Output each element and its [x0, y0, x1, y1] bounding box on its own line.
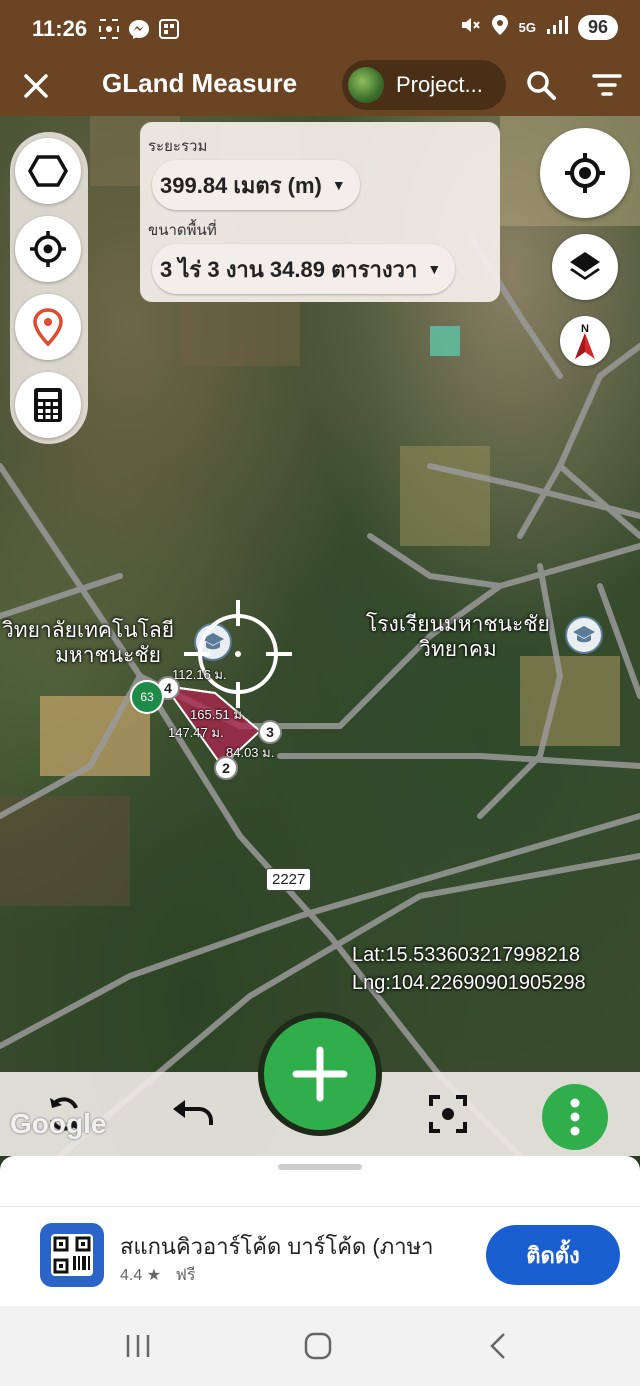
messenger-icon [128, 18, 150, 45]
recent-apps-icon[interactable] [118, 1330, 158, 1362]
gallery-icon [158, 18, 180, 45]
place-label-school: โรงเรียนมหาชนะชัย วิทยาคม [366, 613, 550, 662]
measurement-panel: ระยะรวม 399.84 เมตร (m) ▼ ขนาดพื้นที่ 3 … [140, 122, 500, 302]
my-location-button[interactable] [540, 128, 630, 218]
install-button[interactable]: ติดตั้ง [486, 1225, 620, 1285]
polygon-icon [28, 155, 68, 187]
layers-icon [570, 252, 600, 280]
longitude-readout: Lng:104.22690901905298 [352, 972, 586, 994]
polygon-vertex[interactable]: 2 [214, 756, 238, 780]
compass-button[interactable]: N [560, 316, 610, 366]
ad-rating: 4.4 ★ ฟรี [120, 1267, 196, 1284]
ad-price: ฟรี [175, 1267, 196, 1284]
map-pin-icon [33, 308, 63, 346]
area-unit-selector[interactable]: 3 ไร่ 3 งาน 34.89 ตารางวา ▼ [152, 244, 456, 294]
plus-icon [292, 1046, 348, 1102]
polygon-vertex[interactable]: 3 [258, 720, 282, 744]
latitude-readout: Lat:15.533603217998218 [352, 944, 581, 966]
app-title: GLand Measure [102, 68, 298, 98]
pin-tool-button[interactable] [15, 294, 81, 360]
project-selector[interactable]: Project... [342, 60, 506, 110]
status-time: 11:26 [32, 16, 88, 41]
distance-label: ระยะรวม [148, 138, 208, 155]
add-point-button[interactable] [258, 1012, 382, 1136]
5g-icon: 5G [518, 20, 536, 35]
road-shield: 2227 [266, 868, 312, 891]
mute-icon [459, 14, 481, 41]
map-layers-button[interactable] [552, 234, 618, 300]
status-bar: 11:26 5G 96 [0, 0, 640, 58]
crosshair-icon [30, 231, 66, 267]
compass-icon: N [575, 323, 595, 359]
place-label-college: วิทยาลัยเทคโนโลยี มหาชนะชัย [2, 619, 175, 668]
satellite-map[interactable]: ระยะรวม 399.84 เมตร (m) ▼ ขนาดพื้นที่ 3 … [0, 116, 640, 1156]
google-logo: Google [10, 1108, 107, 1139]
battery-icon: 96 [577, 15, 618, 40]
segment-length: 147.47 ม. [168, 725, 224, 740]
app-bar: GLand Measure Project... [0, 58, 640, 116]
chevron-down-icon: ▼ [331, 177, 346, 193]
capture-icon[interactable] [426, 1092, 470, 1136]
undo-icon[interactable] [170, 1092, 214, 1136]
project-label: Project... [396, 72, 483, 97]
calculator-button[interactable] [15, 372, 81, 438]
calculator-icon [34, 388, 62, 422]
location-icon [491, 14, 509, 41]
my-location-icon [565, 153, 605, 193]
more-vertical-icon [570, 1098, 580, 1136]
home-icon[interactable] [298, 1330, 338, 1362]
distance-value: 399.84 เมตร (m) [160, 172, 322, 198]
more-options-button[interactable] [542, 1084, 608, 1150]
bottom-sheet[interactable] [0, 1156, 640, 1206]
polygon-tool-button[interactable] [15, 138, 81, 204]
ad-banner[interactable]: สแกนคิวอาร์โค้ด บาร์โค้ด (ภาษา 4.4 ★ ฟรี… [0, 1206, 640, 1306]
distance-unit-selector[interactable]: 399.84 เมตร (m) ▼ [152, 160, 360, 210]
area-label: ขนาดพื้นที่ [148, 222, 217, 239]
screenshot-icon [98, 18, 120, 45]
area-value: 3 ไร่ 3 งาน 34.89 ตารางวา [160, 256, 418, 282]
sheet-drag-handle[interactable] [278, 1164, 362, 1170]
segment-length: 112.16 ม. [172, 667, 227, 682]
target-crosshair-icon [184, 600, 292, 708]
crosshair-tool-button[interactable] [15, 216, 81, 282]
ad-app-name: สแกนคิวอาร์โค้ด บาร์โค้ด (ภาษา [120, 1234, 434, 1259]
system-nav-bar [0, 1306, 640, 1386]
route-badge: 63 [130, 680, 164, 714]
back-icon[interactable] [478, 1330, 518, 1362]
signal-icon [546, 15, 568, 40]
filter-icon[interactable] [592, 72, 622, 100]
search-icon[interactable] [524, 68, 558, 102]
qr-app-icon [40, 1223, 104, 1287]
tool-column [10, 132, 88, 444]
close-icon[interactable] [18, 68, 54, 104]
school-icon [565, 616, 603, 654]
project-thumbnail [348, 67, 384, 103]
chevron-down-icon: ▼ [427, 261, 442, 277]
